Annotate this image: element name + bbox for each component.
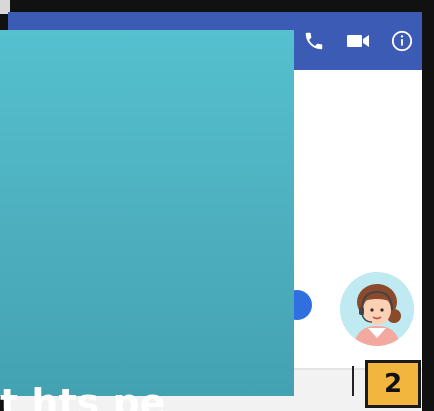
step-number-badge: 2 [365,360,421,408]
support-agent-icon [340,272,414,346]
caption-text: t hts pe [0,384,166,411]
video-camera-icon[interactable] [346,29,370,53]
phone-icon[interactable] [302,29,326,53]
screenshot-stage: 2 t hts pe [0,0,434,411]
teal-overlay-panel [0,30,294,396]
footer-separator [352,366,354,396]
info-icon[interactable] [390,29,414,53]
agent-avatar [340,272,414,346]
